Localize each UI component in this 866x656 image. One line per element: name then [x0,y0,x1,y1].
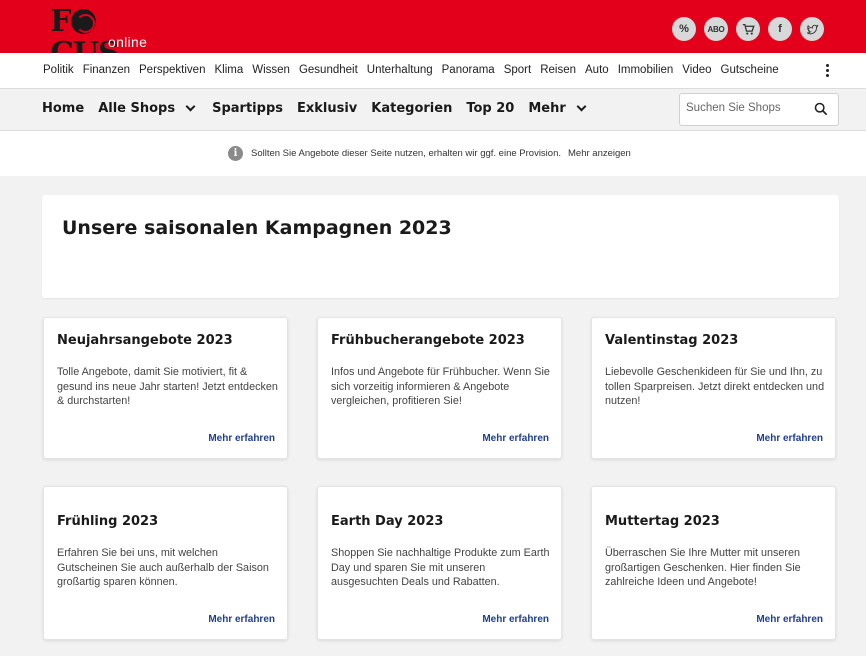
abo-icon[interactable]: ABO [704,17,728,41]
category-unterhaltung[interactable]: Unterhaltung [367,64,433,76]
category-wissen[interactable]: Wissen [252,64,290,76]
learn-more-link[interactable]: Mehr erfahren [482,614,549,625]
category-reisen[interactable]: Reisen [540,64,576,76]
category-klima[interactable]: Klima [214,64,243,76]
campaign-title: Valentinstag 2023 [605,333,739,348]
logo-globe-icon [71,9,97,34]
nav-home[interactable]: Home [42,101,84,116]
header-icon-group: % ABO f [672,17,824,41]
campaign-title: Frühbucherangebote 2023 [331,333,525,348]
learn-more-link[interactable]: Mehr erfahren [208,614,275,625]
nav-mehr[interactable]: Mehr [528,101,588,116]
nav-top20[interactable]: Top 20 [466,101,514,116]
category-immobilien[interactable]: Immobilien [618,64,674,76]
percent-icon[interactable]: % [672,17,696,41]
more-menu-icon[interactable] [826,64,830,79]
title-panel: Unsere saisonalen Kampagnen 2023 [42,195,839,298]
category-perspektiven[interactable]: Perspektiven [139,64,205,76]
shop-search-input[interactable] [686,102,806,114]
page-title: Unsere saisonalen Kampagnen 2023 [62,217,452,239]
category-panorama[interactable]: Panorama [442,64,495,76]
info-icon: i [228,146,243,161]
show-more-link[interactable]: Mehr anzeigen [568,148,631,159]
nav-mehr-label: Mehr [528,101,566,116]
nav-alle-shops[interactable]: Alle Shops [98,101,198,116]
campaign-card[interactable]: Muttertag 2023 Überraschen Sie Ihre Mutt… [591,486,836,640]
campaign-title: Frühling 2023 [57,514,159,529]
campaign-card[interactable]: Neujahrsangebote 2023 Tolle Angebote, da… [43,317,288,459]
nav-exklusiv[interactable]: Exklusiv [297,101,357,116]
learn-more-link[interactable]: Mehr erfahren [756,614,823,625]
chevron-down-icon [185,101,196,112]
focus-online-logo[interactable]: FCUS online [50,6,160,70]
category-gesundheit[interactable]: Gesundheit [299,64,358,76]
campaign-description: Shoppen Sie nachhaltige Produkte zum Ear… [331,547,550,588]
affiliate-notice-text: Sollten Sie Angebote dieser Seite nutzen… [251,148,561,159]
facebook-icon[interactable]: f [768,17,792,41]
nav-spartipps[interactable]: Spartipps [212,101,283,116]
shop-nav: Home Alle Shops Spartipps Exklusiv Kateg… [0,89,866,131]
campaign-description: Tolle Angebote, damit Sie motiviert, fit… [57,366,278,407]
cart-icon[interactable] [736,17,760,41]
category-finanzen[interactable]: Finanzen [83,64,130,76]
learn-more-link[interactable]: Mehr erfahren [482,433,549,444]
twitter-glyph [806,24,818,34]
chevron-down-icon [576,101,587,112]
campaign-description: Infos und Angebote für Frühbucher. Wenn … [331,366,550,407]
campaign-card[interactable]: Earth Day 2023 Shoppen Sie nachhaltige P… [317,486,562,640]
campaign-title: Earth Day 2023 [331,514,444,529]
nav-alle-shops-label: Alle Shops [98,101,176,116]
category-video[interactable]: Video [682,64,711,76]
campaign-description: Überraschen Sie Ihre Mutter mit unseren … [605,547,801,588]
campaign-title: Neujahrsangebote 2023 [57,333,233,348]
logo-subtitle: online [108,34,148,50]
learn-more-link[interactable]: Mehr erfahren [756,433,823,444]
search-icon[interactable] [814,102,828,116]
campaign-card[interactable]: Frühling 2023 Erfahren Sie bei uns, mit … [43,486,288,640]
cart-glyph [742,23,755,35]
campaign-card[interactable]: Frühbucherangebote 2023 Infos und Angebo… [317,317,562,459]
category-gutscheine[interactable]: Gutscheine [721,64,779,76]
affiliate-info-bar: i Sollten Sie Angebote dieser Seite nutz… [0,131,866,176]
category-auto[interactable]: Auto [585,64,609,76]
category-nav: Politik Finanzen Perspektiven Klima Wiss… [0,53,866,89]
campaign-card[interactable]: Valentinstag 2023 Liebevolle Geschenkide… [591,317,836,459]
top-header: FCUS online % ABO f [0,0,866,70]
nav-kategorien[interactable]: Kategorien [371,101,452,116]
category-sport[interactable]: Sport [504,64,532,76]
campaign-description: Liebevolle Geschenkideen für Sie und Ihn… [605,366,825,407]
campaign-title: Muttertag 2023 [605,514,720,529]
shop-search-box [679,93,839,126]
learn-more-link[interactable]: Mehr erfahren [208,433,275,444]
twitter-icon[interactable] [800,17,824,41]
campaign-description: Erfahren Sie bei uns, mit welchen Gutsch… [57,547,269,588]
category-politik[interactable]: Politik [43,64,74,76]
